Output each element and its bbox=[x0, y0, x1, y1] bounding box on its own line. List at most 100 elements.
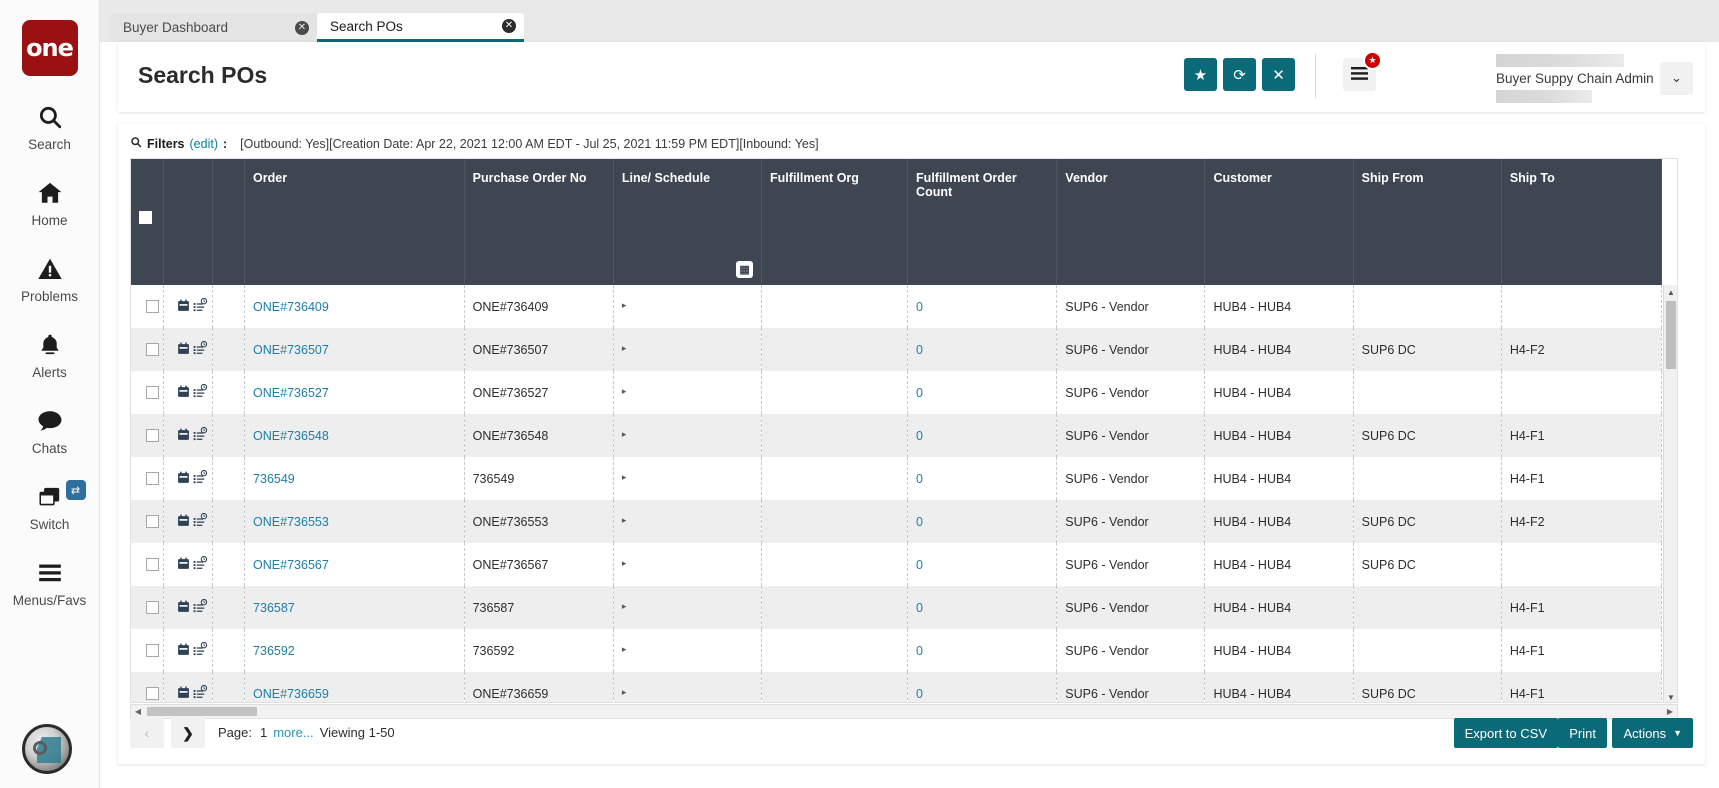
cell-line-schedule[interactable]: ▸ bbox=[613, 586, 761, 629]
close-button[interactable]: ✕ bbox=[1262, 58, 1295, 91]
export-to-csv-button[interactable]: Export to CSV bbox=[1454, 718, 1558, 748]
expand-schedule-icon[interactable]: ▸ bbox=[622, 429, 627, 439]
cell-order[interactable]: ONE#736659 bbox=[245, 672, 465, 703]
table-row[interactable]: 736549736549▸0SUP6 - VendorHUB4 - HUB4H4… bbox=[131, 457, 1662, 500]
row-action-icons-cell[interactable] bbox=[163, 457, 212, 500]
actions-dropdown-button[interactable]: Actions ▼ bbox=[1612, 718, 1693, 748]
row-action-icons-cell[interactable] bbox=[163, 328, 212, 371]
cell-fulfillment-order-count[interactable]: 0 bbox=[908, 586, 1057, 629]
cell-line-schedule[interactable]: ▸ bbox=[613, 543, 761, 586]
sidebar-item-chats[interactable]: Chats bbox=[0, 406, 100, 456]
cell-order[interactable]: ONE#736409 bbox=[245, 285, 465, 328]
calendar-icon[interactable] bbox=[177, 342, 190, 358]
schedule-list-clock-icon[interactable] bbox=[193, 384, 208, 402]
refresh-button[interactable]: ⟳ bbox=[1223, 58, 1256, 91]
table-row[interactable]: ONE#736553ONE#736553▸0SUP6 - VendorHUB4 … bbox=[131, 500, 1662, 543]
column-header-line-schedule[interactable]: Line/ Schedule ▦ bbox=[613, 159, 761, 285]
expand-schedule-icon[interactable]: ▸ bbox=[622, 601, 627, 611]
expand-schedule-icon[interactable]: ▸ bbox=[622, 687, 627, 697]
table-row[interactable]: ONE#736659ONE#736659▸0SUP6 - VendorHUB4 … bbox=[131, 672, 1662, 703]
cell-line-schedule[interactable]: ▸ bbox=[613, 672, 761, 703]
cell-line-schedule[interactable]: ▸ bbox=[613, 328, 761, 371]
calendar-icon[interactable] bbox=[177, 514, 190, 530]
order-link[interactable]: ONE#736507 bbox=[253, 343, 329, 357]
expand-schedule-icon[interactable]: ▸ bbox=[622, 558, 627, 568]
expand-schedule-icon[interactable]: ▸ bbox=[622, 343, 627, 353]
calendar-icon[interactable] bbox=[177, 428, 190, 444]
table-row[interactable]: ONE#736567ONE#736567▸0SUP6 - VendorHUB4 … bbox=[131, 543, 1662, 586]
schedule-list-clock-icon[interactable] bbox=[193, 470, 208, 488]
row-checkbox[interactable] bbox=[146, 472, 159, 485]
expand-schedule-icon[interactable]: ▸ bbox=[622, 386, 627, 396]
row-select-cell[interactable] bbox=[131, 285, 163, 328]
cell-line-schedule[interactable]: ▸ bbox=[613, 371, 761, 414]
column-header-select-all[interactable] bbox=[131, 159, 163, 285]
grid-horizontal-scrollbar[interactable]: ◀ ▶ bbox=[130, 704, 1678, 719]
previous-page-button[interactable]: ‹ bbox=[130, 718, 164, 748]
scroll-left-arrow-icon[interactable]: ◀ bbox=[131, 705, 145, 718]
cell-fulfillment-order-count[interactable]: 0 bbox=[908, 500, 1057, 543]
filters-edit-link[interactable]: (edit) bbox=[190, 137, 218, 151]
brand-logo[interactable]: one bbox=[22, 20, 78, 76]
row-checkbox[interactable] bbox=[146, 601, 159, 614]
table-row[interactable]: ONE#736507ONE#736507▸0SUP6 - VendorHUB4 … bbox=[131, 328, 1662, 371]
row-select-cell[interactable] bbox=[131, 328, 163, 371]
cell-order[interactable]: ONE#736548 bbox=[245, 414, 465, 457]
column-header-fulfillment-order-count[interactable]: Fulfillment Order Count bbox=[908, 159, 1057, 285]
order-link[interactable]: ONE#736567 bbox=[253, 558, 329, 572]
row-checkbox[interactable] bbox=[146, 515, 159, 528]
order-count-link[interactable]: 0 bbox=[916, 687, 923, 701]
column-config-icon[interactable]: ▦ bbox=[736, 261, 753, 278]
row-checkbox[interactable] bbox=[146, 644, 159, 657]
schedule-list-clock-icon[interactable] bbox=[193, 642, 208, 660]
row-checkbox[interactable] bbox=[146, 343, 159, 356]
expand-schedule-icon[interactable]: ▸ bbox=[622, 300, 627, 310]
column-header-vendor[interactable]: Vendor bbox=[1057, 159, 1205, 285]
calendar-icon[interactable] bbox=[177, 471, 190, 487]
order-count-link[interactable]: 0 bbox=[916, 472, 923, 486]
cell-fulfillment-order-count[interactable]: 0 bbox=[908, 672, 1057, 703]
table-row[interactable]: ONE#736527ONE#736527▸0SUP6 - VendorHUB4 … bbox=[131, 371, 1662, 414]
row-select-cell[interactable] bbox=[131, 371, 163, 414]
user-profile-area[interactable]: Buyer Suppy Chain Admin ⌄ bbox=[1496, 52, 1693, 104]
order-count-link[interactable]: 0 bbox=[916, 558, 923, 572]
schedule-list-clock-icon[interactable] bbox=[193, 427, 208, 445]
column-header-purchase-order-no[interactable]: Purchase Order No bbox=[464, 159, 613, 285]
order-count-link[interactable]: 0 bbox=[916, 386, 923, 400]
row-select-cell[interactable] bbox=[131, 672, 163, 703]
calendar-icon[interactable] bbox=[177, 686, 190, 702]
row-select-cell[interactable] bbox=[131, 414, 163, 457]
cell-order[interactable]: 736592 bbox=[245, 629, 465, 672]
cell-order[interactable]: 736549 bbox=[245, 457, 465, 500]
row-action-icons-cell[interactable] bbox=[163, 371, 212, 414]
row-checkbox[interactable] bbox=[146, 687, 159, 700]
select-all-checkbox[interactable] bbox=[139, 211, 152, 224]
row-select-cell[interactable] bbox=[131, 629, 163, 672]
sidebar-item-search[interactable]: Search bbox=[0, 102, 100, 152]
cell-fulfillment-order-count[interactable]: 0 bbox=[908, 414, 1057, 457]
scroll-down-arrow-icon[interactable]: ▼ bbox=[1664, 690, 1678, 703]
scroll-up-arrow-icon[interactable]: ▲ bbox=[1664, 285, 1678, 299]
tab-search-pos[interactable]: Search POs ✕ bbox=[317, 13, 524, 42]
calendar-icon[interactable] bbox=[177, 299, 190, 315]
column-header-order[interactable]: Order bbox=[245, 159, 465, 285]
order-link[interactable]: 736587 bbox=[253, 601, 295, 615]
cell-order[interactable]: ONE#736567 bbox=[245, 543, 465, 586]
vertical-scrollbar-thumb[interactable] bbox=[1666, 301, 1676, 369]
cell-order[interactable]: ONE#736527 bbox=[245, 371, 465, 414]
row-select-cell[interactable] bbox=[131, 457, 163, 500]
table-row[interactable]: 736587736587▸0SUP6 - VendorHUB4 - HUB4H4… bbox=[131, 586, 1662, 629]
tab-close-icon-buyer-dashboard[interactable]: ✕ bbox=[295, 21, 309, 35]
table-row[interactable]: 736592736592▸0SUP6 - VendorHUB4 - HUB4H4… bbox=[131, 629, 1662, 672]
calendar-icon[interactable] bbox=[177, 600, 190, 616]
schedule-list-clock-icon[interactable] bbox=[193, 556, 208, 574]
schedule-list-clock-icon[interactable] bbox=[193, 599, 208, 617]
order-link[interactable]: ONE#736548 bbox=[253, 429, 329, 443]
expand-schedule-icon[interactable]: ▸ bbox=[622, 472, 627, 482]
switch-badge-icon[interactable]: ⇄ bbox=[66, 480, 86, 500]
tab-buyer-dashboard[interactable]: Buyer Dashboard ✕ bbox=[110, 13, 317, 42]
order-count-link[interactable]: 0 bbox=[916, 644, 923, 658]
calendar-icon[interactable] bbox=[177, 643, 190, 659]
expand-schedule-icon[interactable]: ▸ bbox=[622, 515, 627, 525]
sidebar-item-home[interactable]: Home bbox=[0, 178, 100, 228]
